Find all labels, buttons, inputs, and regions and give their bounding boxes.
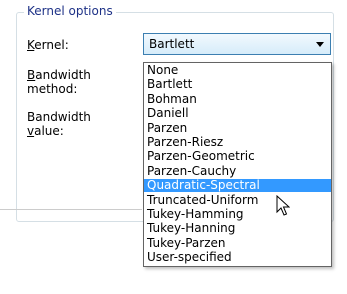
divider-line [0,209,142,210]
kernel-label-rest: ernel: [34,38,69,52]
dropdown-option[interactable]: Parzen-Riesz [144,136,331,149]
dropdown-option[interactable]: User-specified [144,251,331,264]
dropdown-option[interactable]: Parzen [144,121,331,135]
bandwidth-method-line1-rest: andwidth [35,68,91,82]
chevron-down-icon[interactable] [316,42,324,47]
arrow-cursor-icon [276,195,290,216]
bandwidth-method-label: Bandwidth method: [27,68,91,96]
dropdown-option[interactable]: Tukey-Hanning [144,222,331,235]
bandwidth-method-line2: method: [27,82,78,96]
kernel-combobox-value: Bartlett [149,37,195,51]
group-title: Kernel options [24,4,116,18]
kernel-label: Kernel: [27,38,69,52]
dropdown-option[interactable]: Tukey-Hamming [144,208,331,221]
bandwidth-value-line2-rest: alue: [34,124,64,138]
dropdown-option[interactable]: Parzen-Cauchy [144,164,331,178]
dropdown-option[interactable]: Bohman [144,92,331,106]
dropdown-option[interactable]: None [144,64,331,77]
dropdown-option[interactable]: Daniell [144,107,331,120]
dropdown-option[interactable]: Truncated-Uniform [144,193,331,207]
bandwidth-value-line2: value: [27,124,91,138]
kernel-combobox[interactable]: Bartlett [143,33,331,55]
bandwidth-method-line1: Bandwidth [27,68,91,82]
bandwidth-value-label: Bandwidth value: [27,110,91,138]
bandwidth-value-line1: Bandwidth [27,110,91,124]
bandwidth-method-mnemonic: B [27,68,36,82]
kernel-dropdown-list[interactable]: None Bartlett Bohman Daniell Parzen Parzen-Ri… [143,62,332,267]
dropdown-option[interactable]: Bartlett [144,78,331,91]
dropdown-option[interactable]: Tukey-Parzen [144,236,331,250]
dropdown-option[interactable]: Quadratic-Spectral [144,179,331,193]
dropdown-option[interactable]: Parzen-Geometric [144,150,331,163]
